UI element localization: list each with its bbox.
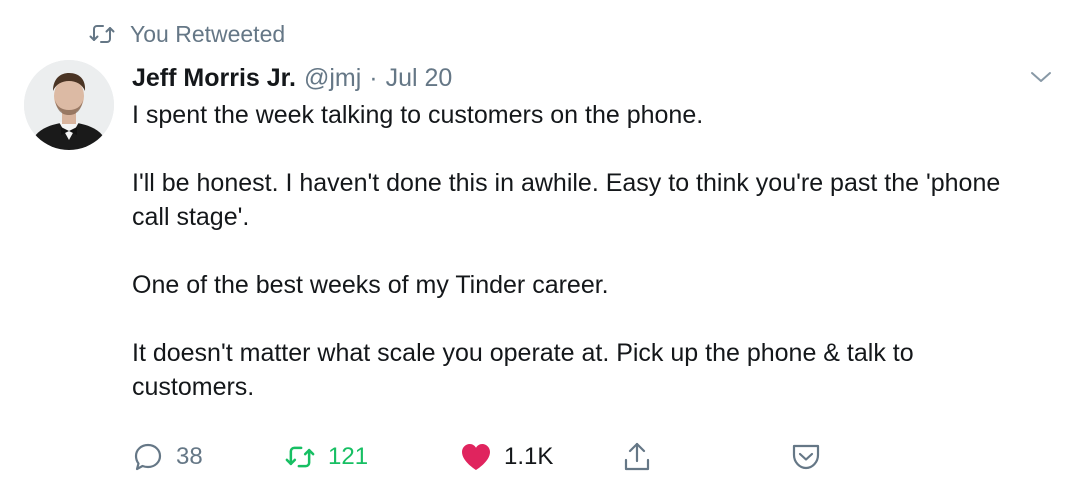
tweet-header: Jeff Morris Jr. @jmj · Jul 20 <box>132 60 452 96</box>
reply-button[interactable]: 38 <box>132 440 203 474</box>
author-handle[interactable]: @jmj <box>304 64 361 93</box>
pocket-icon <box>792 444 820 470</box>
share-button[interactable] <box>622 440 652 474</box>
retweet-context: You Retweeted <box>88 18 285 50</box>
avatar-image <box>24 60 114 150</box>
header-separator: · <box>369 63 378 92</box>
share-icon <box>624 442 650 471</box>
tweet-text: I spent the week talking to customers on… <box>132 98 1037 404</box>
retweet-context-label: You Retweeted <box>130 20 286 47</box>
like-count: 1.1K <box>504 443 554 470</box>
tweet[interactable]: You Retweeted Jeff Morris Jr. @jmj · Jul… <box>0 0 1080 499</box>
avatar[interactable] <box>24 60 114 150</box>
tweet-date[interactable]: Jul 20 <box>386 64 453 93</box>
reply-icon <box>134 443 162 471</box>
retweet-icon <box>89 25 115 43</box>
author-name[interactable]: Jeff Morris Jr. <box>132 64 296 93</box>
like-button[interactable]: 1.1K <box>460 440 553 474</box>
pocket-button[interactable] <box>790 440 822 474</box>
heart-icon <box>462 444 490 470</box>
tweet-menu-button[interactable] <box>1026 64 1056 90</box>
reply-count: 38 <box>176 443 203 470</box>
chevron-down-icon <box>1031 72 1051 82</box>
retweet-button[interactable]: 121 <box>284 440 368 474</box>
tweet-paragraph: I spent the week talking to customers on… <box>132 101 704 129</box>
tweet-paragraph: I'll be honest. I haven't done this in a… <box>132 169 1001 231</box>
tweet-actions: 38 121 1.1K <box>132 440 832 474</box>
tweet-paragraph: One of the best weeks of my Tinder caree… <box>132 271 609 299</box>
tweet-paragraph: It doesn't matter what scale you operate… <box>132 339 914 401</box>
retweet-count: 121 <box>328 443 369 470</box>
retweet-icon <box>285 446 315 468</box>
